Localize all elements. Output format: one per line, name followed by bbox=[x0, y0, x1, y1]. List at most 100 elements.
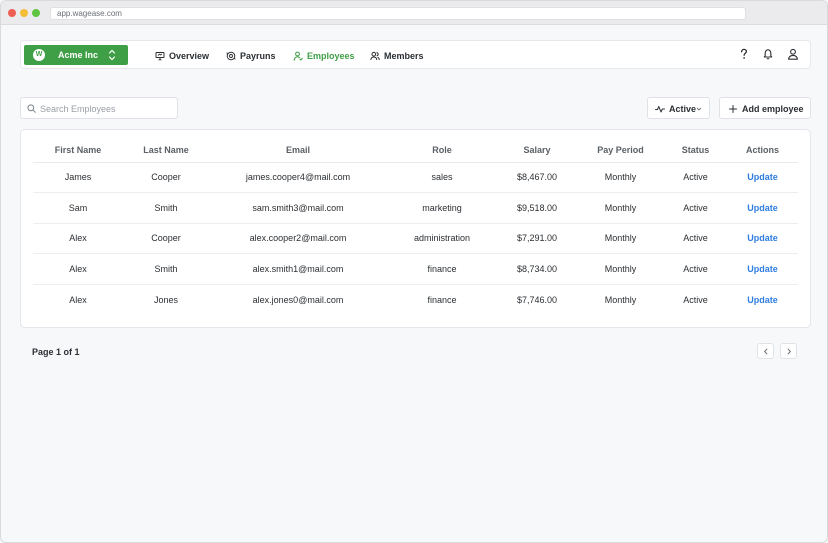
column-header[interactable]: Status bbox=[664, 138, 727, 163]
nav-payruns[interactable]: Payruns bbox=[226, 49, 276, 62]
plus-icon bbox=[729, 105, 737, 113]
column-header: Actions bbox=[727, 138, 798, 163]
next-page-button[interactable] bbox=[780, 343, 797, 359]
organization-switcher[interactable]: W Acme Inc bbox=[24, 45, 128, 65]
role-cell: finance bbox=[427, 294, 457, 305]
update-link[interactable]: Update bbox=[747, 172, 778, 182]
update-link[interactable]: Update bbox=[747, 233, 778, 243]
status-cell: Active bbox=[683, 294, 708, 305]
table-row[interactable]: Alex Jones alex.jones0@mail.com finance … bbox=[33, 284, 798, 315]
actions-cell: Update bbox=[727, 192, 798, 224]
close-window-button[interactable] bbox=[8, 9, 16, 17]
employee-icon bbox=[293, 51, 303, 61]
first-name-cell: Alex bbox=[33, 253, 123, 285]
pay-period-cell: Monthly bbox=[577, 253, 664, 285]
search-icon bbox=[27, 104, 36, 113]
nav-payruns-label: Payruns bbox=[240, 50, 276, 61]
status-cell: Active bbox=[664, 192, 727, 224]
chevron-left-icon bbox=[763, 348, 768, 355]
email-cell: alex.smith1@mail.com bbox=[209, 253, 387, 285]
actions-cell: Update bbox=[727, 162, 798, 193]
nav-employees-label: Employees bbox=[307, 50, 355, 61]
nav-overview[interactable]: Overview bbox=[155, 49, 209, 62]
employees-table-card: First Name Last Name Email Role Salary P… bbox=[20, 129, 811, 328]
table-header-row: First Name Last Name Email Role Salary P… bbox=[33, 138, 798, 163]
previous-page-button[interactable] bbox=[757, 343, 774, 359]
column-header[interactable]: Email bbox=[209, 138, 387, 163]
actions-cell: Update bbox=[727, 284, 798, 315]
salary-cell: $9,518.00 bbox=[497, 192, 577, 224]
status-cell: Active bbox=[664, 253, 727, 285]
email-cell: alex.jones0@mail.com bbox=[252, 294, 344, 305]
chevron-up-down-icon bbox=[108, 49, 116, 61]
pay-period-cell: Monthly bbox=[604, 294, 637, 305]
column-header[interactable]: Last Name bbox=[123, 138, 209, 163]
table-row[interactable]: Sam Smith sam.smith3@mail.com marketing … bbox=[33, 192, 798, 224]
status-filter-dropdown[interactable]: Active bbox=[647, 97, 710, 119]
status-cell: Active bbox=[664, 223, 727, 254]
column-header[interactable]: Role bbox=[387, 138, 497, 163]
payruns-icon bbox=[226, 51, 236, 60]
nav-employees[interactable]: Employees bbox=[293, 49, 355, 62]
nav-members-label: Members bbox=[384, 50, 424, 61]
org-logo: W bbox=[33, 49, 45, 61]
email-cell: sam.smith3@mail.com bbox=[209, 192, 387, 224]
add-employee-label: Add employee bbox=[742, 104, 804, 114]
pay-period-cell: Monthly bbox=[577, 192, 664, 224]
status-filter-label: Active bbox=[669, 104, 697, 114]
role-cell: administration bbox=[387, 223, 497, 254]
first-name-cell: Alex bbox=[33, 223, 123, 254]
email-cell: james.cooper4@mail.com bbox=[209, 162, 387, 193]
address-bar[interactable]: app.wagease.com bbox=[50, 7, 746, 20]
status-cell: Active bbox=[664, 162, 727, 193]
activity-icon bbox=[655, 106, 665, 113]
last-name-cell: Smith bbox=[123, 253, 209, 285]
pay-period-cell: Monthly bbox=[577, 162, 664, 193]
role-cell: finance bbox=[387, 253, 497, 285]
last-name-cell: Jones bbox=[153, 294, 179, 305]
add-employee-button[interactable]: Add employee bbox=[719, 97, 811, 119]
update-link[interactable]: Update bbox=[747, 295, 778, 305]
members-icon bbox=[370, 51, 380, 60]
salary-cell: $7,746.00 bbox=[516, 294, 558, 305]
table-row[interactable]: James Cooper james.cooper4@mail.com sale… bbox=[33, 162, 798, 193]
browser-chrome: app.wagease.com bbox=[1, 1, 827, 25]
actions-cell: Update bbox=[727, 253, 798, 285]
role-cell: sales bbox=[387, 162, 497, 193]
employees-table: First Name Last Name Email Role Salary P… bbox=[33, 138, 798, 315]
nav-members[interactable]: Members bbox=[370, 49, 424, 62]
maximize-window-button[interactable] bbox=[32, 9, 40, 17]
top-navigation: W Acme Inc Overview Payruns Employees Me… bbox=[20, 40, 811, 69]
bell-icon[interactable] bbox=[761, 47, 775, 61]
nav-overview-label: Overview bbox=[169, 50, 210, 61]
presentation-icon bbox=[155, 51, 165, 60]
browser-window: app.wagease.com W Acme Inc Overview Payr… bbox=[0, 0, 828, 543]
table-row[interactable]: Alex Cooper alex.cooper2@mail.com admini… bbox=[33, 223, 798, 254]
org-name: Acme Inc bbox=[58, 50, 99, 60]
search-box bbox=[20, 97, 178, 119]
last-name-cell: Cooper bbox=[123, 223, 209, 254]
help-icon[interactable] bbox=[737, 47, 751, 61]
last-name-cell: Smith bbox=[123, 192, 209, 224]
salary-cell: $8,467.00 bbox=[497, 162, 577, 193]
user-icon[interactable] bbox=[786, 47, 800, 61]
column-header[interactable]: First Name bbox=[33, 138, 123, 163]
update-link[interactable]: Update bbox=[747, 264, 778, 274]
role-cell: marketing bbox=[387, 192, 497, 224]
first-name-cell: Alex bbox=[69, 294, 87, 305]
first-name-cell: James bbox=[33, 162, 123, 193]
minimize-window-button[interactable] bbox=[20, 9, 28, 17]
table-row[interactable]: Alex Smith alex.smith1@mail.com finance … bbox=[33, 253, 798, 285]
last-name-cell: Cooper bbox=[123, 162, 209, 193]
email-cell: alex.cooper2@mail.com bbox=[209, 223, 387, 254]
chevron-down-icon bbox=[696, 107, 702, 111]
actions-cell: Update bbox=[727, 223, 798, 254]
search-input[interactable] bbox=[40, 101, 172, 116]
chevron-right-icon bbox=[787, 348, 792, 355]
first-name-cell: Sam bbox=[33, 192, 123, 224]
column-header[interactable]: Pay Period bbox=[577, 138, 664, 163]
salary-cell: $8,734.00 bbox=[497, 253, 577, 285]
column-header[interactable]: Salary bbox=[497, 138, 577, 163]
update-link[interactable]: Update bbox=[747, 203, 778, 213]
pay-period-cell: Monthly bbox=[577, 223, 664, 254]
